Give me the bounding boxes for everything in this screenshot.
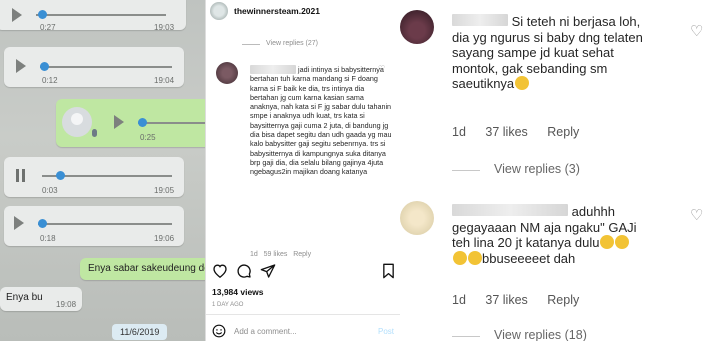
voice-note-elapsed: 0:25 xyxy=(140,133,156,142)
commenter-avatar[interactable] xyxy=(400,10,434,44)
voice-note-time: 19:03 xyxy=(154,23,175,32)
crying-emoji xyxy=(615,235,630,249)
crying-emoji xyxy=(453,250,467,265)
comment-line: Si teteh ni berjasa loh, xyxy=(511,14,641,29)
replies-divider xyxy=(452,336,480,337)
voice-note-time: 19:06 xyxy=(154,234,175,243)
profile-avatar[interactable] xyxy=(210,2,228,20)
blurred-username: xxxxxxx xyxy=(250,65,296,75)
replies-divider xyxy=(452,170,480,171)
voice-note-4[interactable]: 0:03 19:05 xyxy=(4,157,184,197)
like-comment-icon[interactable]: ♡ xyxy=(690,22,703,40)
reply-button[interactable]: Reply xyxy=(547,125,579,139)
incoming-message: Enya bu 19:08 xyxy=(0,287,82,311)
comment-age: 1d xyxy=(250,251,258,258)
voice-note-1[interactable]: 0:27 19:03 xyxy=(0,0,186,32)
voice-note-elapsed: 0:03 xyxy=(42,186,58,195)
comment-line: gegayaaan NM aja ngaku" GAJi xyxy=(452,219,637,235)
comment-age: 1d xyxy=(452,293,466,307)
audio-knob[interactable] xyxy=(138,118,147,127)
comment-line: sayang sampe jd kuat sehat xyxy=(452,45,614,60)
divider xyxy=(206,314,401,315)
audio-track[interactable] xyxy=(36,14,166,16)
reply-button[interactable]: Reply xyxy=(293,251,311,258)
zoomed-comments: xxxxxx Si teteh ni berjasa loh, dia yg n… xyxy=(400,0,720,341)
instagram-post-screenshot: thewinnersteam.2021 View replies (27) xx… xyxy=(205,0,402,341)
posted-time: 1 DAY AGO xyxy=(212,302,244,308)
audio-track[interactable] xyxy=(40,66,172,68)
date-chip: 11/6/2019 xyxy=(112,324,168,340)
pause-icon[interactable] xyxy=(16,169,26,182)
heart-icon[interactable] xyxy=(212,263,228,283)
avatar xyxy=(62,107,92,137)
replies-divider xyxy=(242,44,260,45)
comment-likes[interactable]: 59 likes xyxy=(264,251,288,258)
comment-likes[interactable]: 37 likes xyxy=(485,293,527,307)
comment-2-meta: 1d 37 likes Reply xyxy=(452,293,595,307)
like-comment-icon[interactable]: ♡ xyxy=(378,64,385,73)
like-comment-icon[interactable]: ♡ xyxy=(690,206,703,224)
play-icon[interactable] xyxy=(114,115,124,129)
comment-text: jadi intinya si babysitternya bertahan t… xyxy=(250,65,392,177)
mic-icon xyxy=(92,129,97,137)
view-replies-link[interactable]: View replies (27) xyxy=(266,40,318,47)
comment-meta: 1d 59 likes Reply xyxy=(250,251,311,258)
audio-track[interactable] xyxy=(138,122,205,124)
comment-line: teh lina 20 jt katanya dulu xyxy=(452,235,600,250)
comment-line: dia yg ngurus si baby dng telaten xyxy=(452,29,643,45)
username[interactable]: thewinnersteam.2021 xyxy=(234,6,320,16)
commenter-avatar[interactable] xyxy=(400,201,434,235)
voice-note-3-outgoing[interactable]: 0:25 xyxy=(56,99,205,147)
comment-line: aduhhh xyxy=(571,204,616,219)
views-count[interactable]: 13,984 views xyxy=(212,287,264,297)
message-time: 19:08 xyxy=(56,300,77,309)
blurred-username: xxxxxxxxxx xyxy=(452,204,568,216)
crying-emoji xyxy=(468,250,482,265)
audio-knob[interactable] xyxy=(40,62,49,71)
post-button[interactable]: Post xyxy=(378,327,394,336)
blurred-username: xxxxxx xyxy=(452,14,508,26)
play-icon[interactable] xyxy=(14,216,24,230)
voice-note-elapsed: 0:18 xyxy=(40,234,56,243)
comment-likes[interactable]: 37 likes xyxy=(485,125,527,139)
whatsapp-chat-screenshot: 0:27 19:03 0:12 19:04 0:25 0:03 19:05 0:… xyxy=(0,0,205,341)
comment-line: bbuseeeeet dah xyxy=(482,250,576,266)
share-icon[interactable] xyxy=(260,263,276,284)
view-replies-link[interactable]: View replies (18) xyxy=(494,328,587,341)
voice-note-5[interactable]: 0:18 19:06 xyxy=(4,206,184,246)
outgoing-message: Enya sabar sakeudeung de xyxy=(80,258,205,280)
comment-line: montok, gak sebanding sm xyxy=(452,60,608,76)
audio-knob[interactable] xyxy=(38,10,47,19)
message-text: Enya bu xyxy=(6,292,43,303)
play-icon[interactable] xyxy=(16,59,26,73)
play-icon[interactable] xyxy=(12,8,22,22)
comment-icon[interactable] xyxy=(236,263,252,284)
voice-note-time: 19:04 xyxy=(154,76,175,85)
view-replies-link[interactable]: View replies (3) xyxy=(494,162,580,176)
add-comment-input[interactable]: Add a comment... xyxy=(234,327,297,336)
comment-2: xxxxxxxxxx aduhhh gegayaaan NM aja ngaku… xyxy=(452,204,687,266)
reply-button[interactable]: Reply xyxy=(547,293,579,307)
audio-track[interactable] xyxy=(38,223,172,225)
emoji-icon[interactable] xyxy=(212,324,226,341)
voice-note-elapsed: 0:27 xyxy=(40,23,56,32)
crying-emoji xyxy=(600,235,615,249)
comment-age: 1d xyxy=(452,125,466,139)
audio-knob[interactable] xyxy=(38,219,47,228)
comment-1: xxxxxx Si teteh ni berjasa loh, dia yg n… xyxy=(452,14,687,92)
voice-note-2[interactable]: 0:12 19:04 xyxy=(4,47,184,87)
sad-face-emoji xyxy=(515,76,530,90)
bookmark-icon[interactable] xyxy=(382,263,395,284)
voice-note-elapsed: 0:12 xyxy=(42,76,58,85)
comment-body: xxxxxxx jadi intinya si babysitternya be… xyxy=(250,65,392,177)
commenter-avatar[interactable] xyxy=(216,62,238,84)
audio-knob[interactable] xyxy=(56,171,65,180)
message-text: Enya sabar sakeudeung de xyxy=(88,263,205,274)
voice-note-time: 19:05 xyxy=(154,186,175,195)
comment-1-meta: 1d 37 likes Reply xyxy=(452,125,595,139)
comment-line: saeutiknya xyxy=(452,76,515,91)
